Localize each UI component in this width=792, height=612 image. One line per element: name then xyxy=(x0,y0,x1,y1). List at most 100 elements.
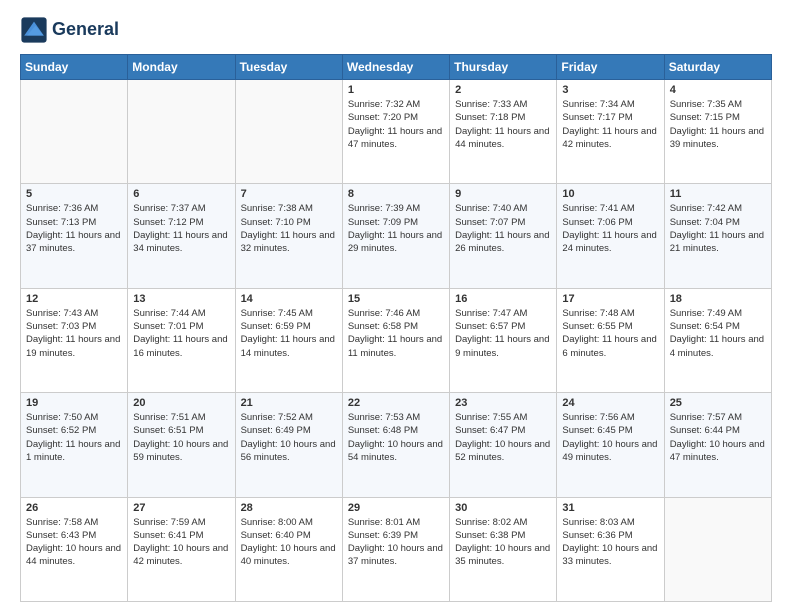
calendar-week-row: 5Sunrise: 7:36 AMSunset: 7:13 PMDaylight… xyxy=(21,184,772,288)
sunset-text: Sunset: 7:03 PM xyxy=(26,321,96,332)
sunset-text: Sunset: 6:40 PM xyxy=(241,530,311,541)
sunset-text: Sunset: 6:41 PM xyxy=(133,530,203,541)
day-info: Sunrise: 7:49 AM Sunset: 6:54 PM Daylight:… xyxy=(670,307,766,360)
sunset-text: Sunset: 7:01 PM xyxy=(133,321,203,332)
logo: General xyxy=(20,16,119,44)
day-info: Sunrise: 8:03 AMSunset: 6:36 PMDaylight:… xyxy=(562,516,658,569)
day-info: Sunrise: 7:57 AMSunset: 6:44 PMDaylight:… xyxy=(670,411,766,464)
calendar-week-row: 12 Sunrise: 7:43 AM Sunset: 7:03 PM Dayligh… xyxy=(21,288,772,392)
sunset-text: Sunset: 6:55 PM xyxy=(562,321,632,332)
sunrise-text: Sunrise: 7:59 AM xyxy=(133,517,205,528)
sunset-text: Sunset: 6:49 PM xyxy=(241,425,311,436)
day-number: 5 xyxy=(26,188,122,200)
day-info: Sunrise: 7:46 AMSunset: 6:58 PMDaylight:… xyxy=(348,307,444,360)
calendar-week-row: 1Sunrise: 7:32 AMSunset: 7:20 PMDaylight… xyxy=(21,80,772,184)
calendar-cell: 10Sunrise: 7:41 AMSunset: 7:06 PMDayligh… xyxy=(557,184,664,288)
daylight-text: Daylight: 11 hours and 9 minutes. xyxy=(455,334,549,358)
daylight-text: Daylight: 11 hours and 39 minutes. xyxy=(670,126,764,150)
day-info: Sunrise: 7:47 AMSunset: 6:57 PMDaylight:… xyxy=(455,307,551,360)
sunset-text: Sunset: 7:18 PM xyxy=(455,112,525,123)
calendar-cell: 29Sunrise: 8:01 AMSunset: 6:39 PMDayligh… xyxy=(342,497,449,601)
sunrise-text: Sunrise: 7:42 AM xyxy=(670,203,742,214)
sunrise-text: Sunrise: 7:51 AM xyxy=(133,412,205,423)
day-info: Sunrise: 7:39 AMSunset: 7:09 PMDaylight:… xyxy=(348,202,444,255)
day-info: Sunrise: 7:59 AMSunset: 6:41 PMDaylight:… xyxy=(133,516,229,569)
day-number: 14 xyxy=(241,293,337,305)
daylight-text: Daylight: 11 hours and 42 minutes. xyxy=(562,126,656,150)
sunset-text: Sunset: 6:39 PM xyxy=(348,530,418,541)
day-info: Sunrise: 7:56 AM Sunset: 6:45 PM Daylight:… xyxy=(562,411,658,464)
calendar-cell: 26Sunrise: 7:58 AMSunset: 6:43 PMDayligh… xyxy=(21,497,128,601)
calendar-cell: 9Sunrise: 7:40 AMSunset: 7:07 PMDaylight… xyxy=(450,184,557,288)
sunrise-text: Sunrise: 7:40 AM xyxy=(455,203,527,214)
sunrise-text: Sunrise: 7:34 AM xyxy=(562,99,634,110)
calendar-cell: 23Sunrise: 7:55 AMSunset: 6:47 PMDayligh… xyxy=(450,393,557,497)
sunrise-text: Sunrise: 7:57 AM xyxy=(670,412,742,423)
calendar-cell: 28Sunrise: 8:00 AMSunset: 6:40 PMDayligh… xyxy=(235,497,342,601)
sunrise-text: Sunrise: 7:46 AM xyxy=(348,308,420,319)
daylight-text: Daylight: 10 hours and 35 minutes. xyxy=(455,543,550,567)
sunset-text: Sunset: 6:36 PM xyxy=(562,530,632,541)
day-number: 11 xyxy=(670,188,766,200)
day-number: 24 xyxy=(562,397,658,409)
day-number: 28 xyxy=(241,502,337,514)
day-info: Sunrise: 7:44 AMSunset: 7:01 PMDaylight:… xyxy=(133,307,229,360)
day-number: 26 xyxy=(26,502,122,514)
calendar-cell: 12Sunrise: 7:43 AMSunset: 7:03 PMDayligh… xyxy=(21,288,128,392)
day-number: 2 xyxy=(455,84,551,96)
day-number: 4 xyxy=(670,84,766,96)
calendar-cell: 24 Sunrise: 7:56 AM Sunset: 6:45 PM Dayligh… xyxy=(557,393,664,497)
calendar-week-row: 19Sunrise: 7:50 AMSunset: 6:52 PMDayligh… xyxy=(21,393,772,497)
logo-icon xyxy=(20,16,48,44)
day-info: Sunrise: 7:35 AMSunset: 7:15 PMDaylight:… xyxy=(670,98,766,151)
sunset-text: Sunset: 6:45 PM xyxy=(562,425,632,436)
day-info: Sunrise: 7:45 AMSunset: 6:59 PMDaylight:… xyxy=(241,307,337,360)
calendar-cell: 6Sunrise: 7:37 AMSunset: 7:12 PMDaylight… xyxy=(128,184,235,288)
calendar-cell: 21Sunrise: 7:52 AMSunset: 6:49 PMDayligh… xyxy=(235,393,342,497)
weekday-header-thursday: Thursday xyxy=(450,55,557,80)
sunset-text: Sunset: 7:07 PM xyxy=(455,217,525,228)
day-number: 16 xyxy=(455,293,551,305)
daylight-text: Daylight: 11 hours and 11 minutes. xyxy=(348,334,442,358)
calendar-cell xyxy=(664,497,771,601)
sunrise-text: Sunrise: 7:48 AM xyxy=(562,308,634,319)
sunrise-text: Sunrise: 7:50 AM xyxy=(26,412,98,423)
calendar-page: General SundayMondayTuesdayWednesdayThur… xyxy=(0,0,792,612)
day-number: 12 xyxy=(26,293,122,305)
daylight-text: Daylight: 10 hours and 49 minutes. xyxy=(562,439,657,463)
calendar-week-row: 26Sunrise: 7:58 AMSunset: 6:43 PMDayligh… xyxy=(21,497,772,601)
sunset-text: Sunset: 7:20 PM xyxy=(348,112,418,123)
calendar-cell: 7Sunrise: 7:38 AMSunset: 7:10 PMDaylight… xyxy=(235,184,342,288)
daylight-text: Daylight: 11 hours and 4 minutes. xyxy=(670,334,764,358)
calendar-cell xyxy=(128,80,235,184)
day-number: 21 xyxy=(241,397,337,409)
sunrise-text: Sunrise: 7:39 AM xyxy=(348,203,420,214)
sunset-text: Sunset: 6:57 PM xyxy=(455,321,525,332)
calendar-cell: 17 Sunrise: 7:48 AM Sunset: 6:55 PM Dayligh… xyxy=(557,288,664,392)
daylight-text: Daylight: 10 hours and 59 minutes. xyxy=(133,439,228,463)
sunrise-text: Sunrise: 7:49 AM xyxy=(670,308,742,319)
day-number: 7 xyxy=(241,188,337,200)
sunset-text: Sunset: 7:06 PM xyxy=(562,217,632,228)
daylight-text: Daylight: 11 hours and 37 minutes. xyxy=(26,230,120,254)
sunrise-text: Sunrise: 8:01 AM xyxy=(348,517,420,528)
day-info: Sunrise: 7:41 AMSunset: 7:06 PMDaylight:… xyxy=(562,202,658,255)
calendar-cell: 13Sunrise: 7:44 AMSunset: 7:01 PMDayligh… xyxy=(128,288,235,392)
logo-text: General xyxy=(52,20,119,40)
calendar-cell: 11Sunrise: 7:42 AMSunset: 7:04 PMDayligh… xyxy=(664,184,771,288)
sunrise-text: Sunrise: 7:43 AM xyxy=(26,308,98,319)
daylight-text: Daylight: 11 hours and 6 minutes. xyxy=(562,334,656,358)
day-info: Sunrise: 7:34 AMSunset: 7:17 PMDaylight:… xyxy=(562,98,658,151)
sunrise-text: Sunrise: 7:56 AM xyxy=(562,412,634,423)
sunrise-text: Sunrise: 7:37 AM xyxy=(133,203,205,214)
sunset-text: Sunset: 6:48 PM xyxy=(348,425,418,436)
day-number: 20 xyxy=(133,397,229,409)
sunset-text: Sunset: 6:54 PM xyxy=(670,321,740,332)
calendar-table: SundayMondayTuesdayWednesdayThursdayFrid… xyxy=(20,54,772,602)
sunrise-text: Sunrise: 7:52 AM xyxy=(241,412,313,423)
sunrise-text: Sunrise: 7:36 AM xyxy=(26,203,98,214)
day-number: 17 xyxy=(562,293,658,305)
calendar-cell: 16 Sunrise: 7:47 AMSunset: 6:57 PMDayligh… xyxy=(450,288,557,392)
day-info: Sunrise: 7:37 AMSunset: 7:12 PMDaylight:… xyxy=(133,202,229,255)
calendar-cell: 2Sunrise: 7:33 AMSunset: 7:18 PMDaylight… xyxy=(450,80,557,184)
